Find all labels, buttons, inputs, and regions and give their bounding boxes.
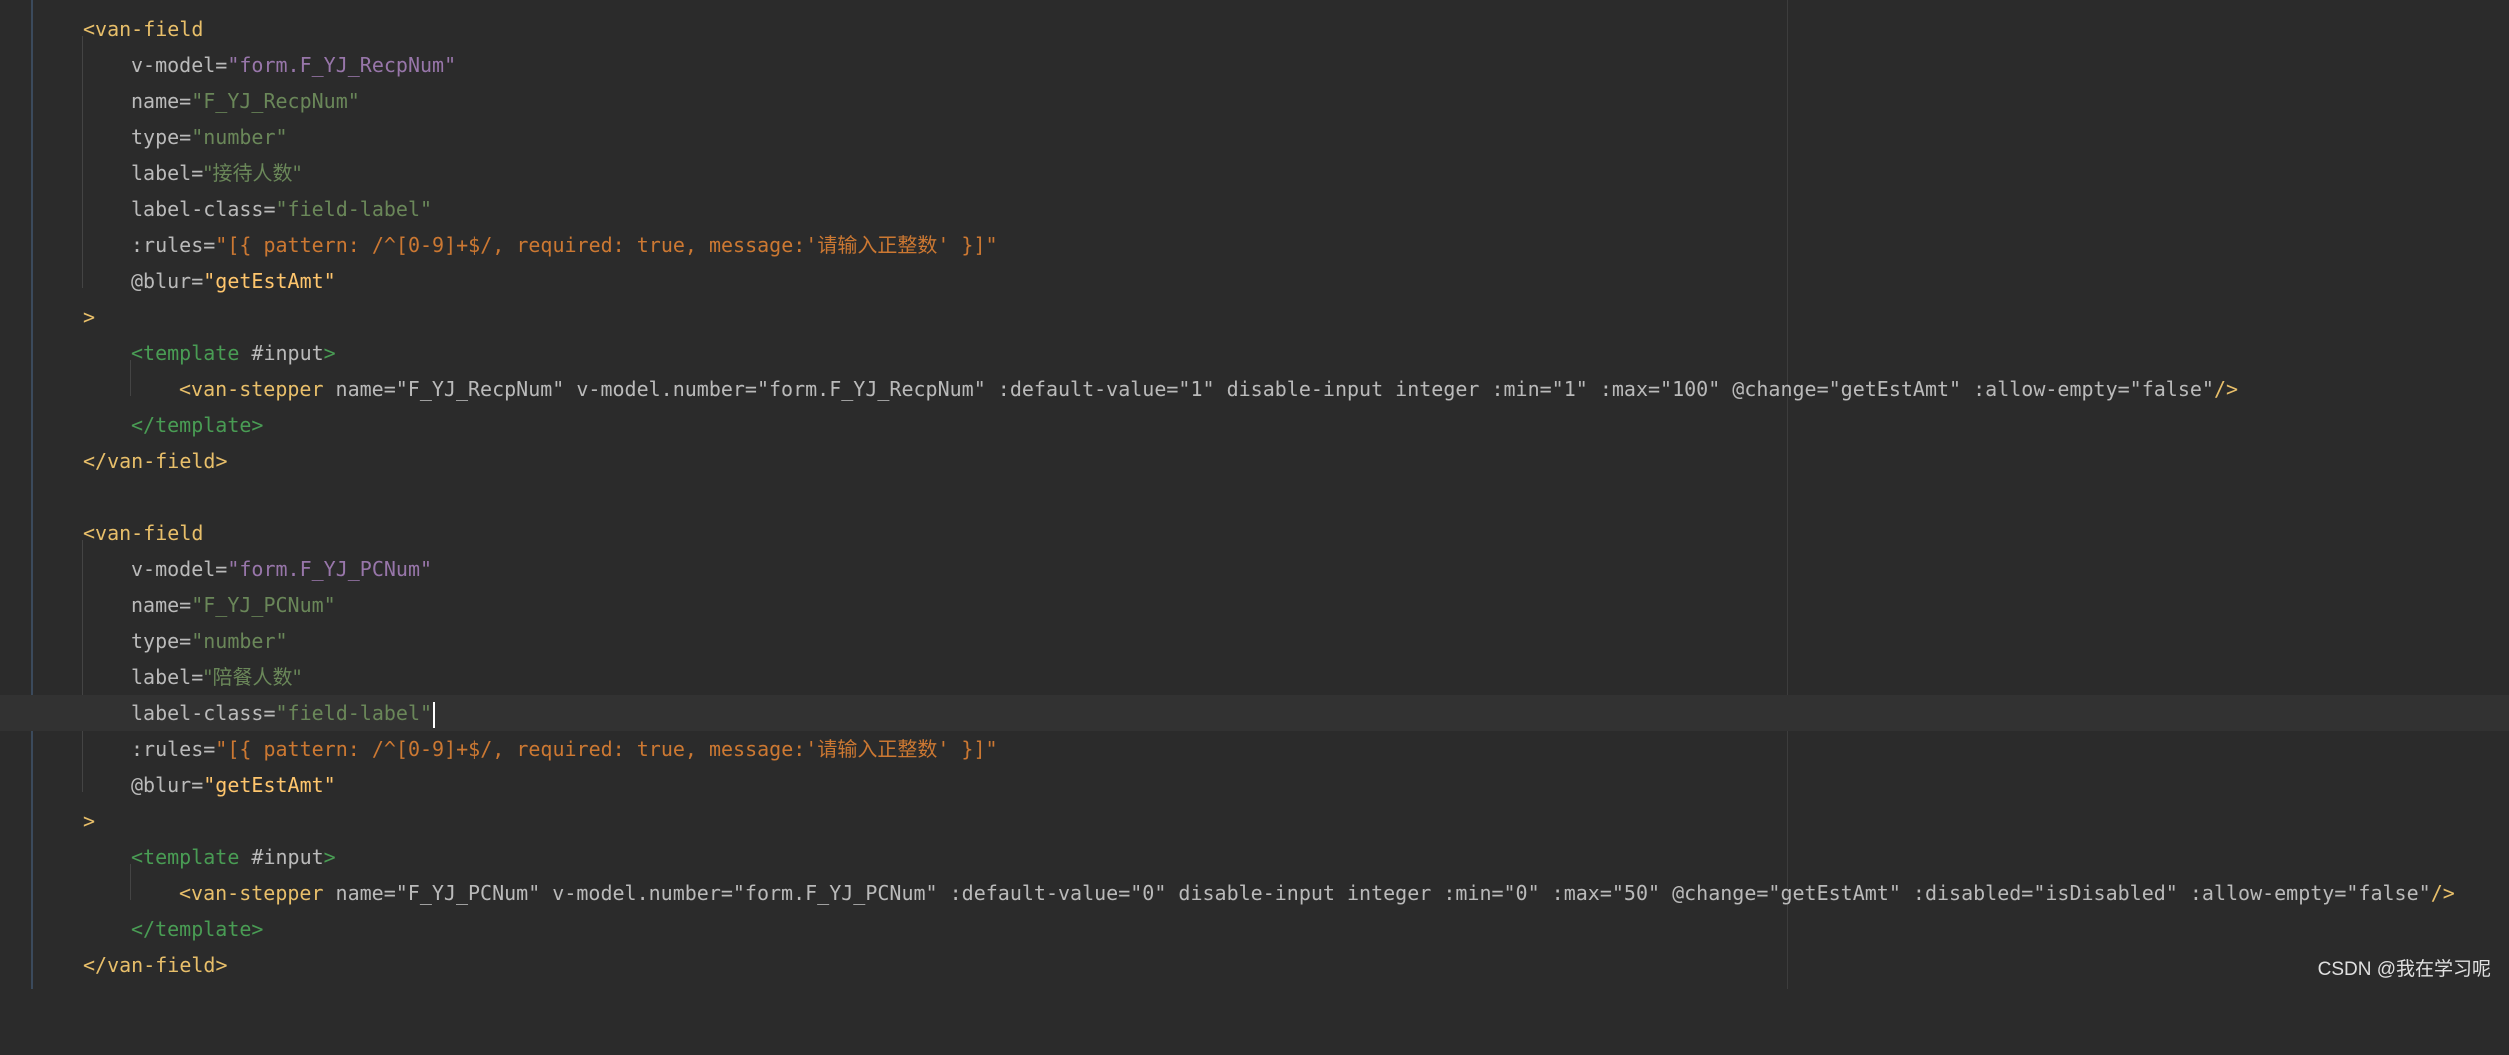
attribute-name: @blur= <box>131 269 204 293</box>
tag-close-bracket: > <box>83 809 96 833</box>
code-line[interactable]: name="F_YJ_RecpNum" <box>0 83 2509 119</box>
attribute-name: label= <box>131 161 204 185</box>
code-editor[interactable]: <van-field v-model="form.F_YJ_RecpNum" n… <box>0 0 2509 989</box>
code-line[interactable]: </template> <box>0 911 2509 947</box>
attribute-name: label= <box>131 665 204 689</box>
code-line[interactable]: type="number" <box>0 623 2509 659</box>
tag-close-bracket: > <box>251 413 264 437</box>
tag-name: <template <box>131 845 240 869</box>
attribute-name: #input <box>239 845 324 869</box>
attribute-name: label-class= <box>131 197 276 221</box>
code-line[interactable]: @blur="getEstAmt" <box>0 767 2509 803</box>
attribute-value: "number" <box>191 629 288 653</box>
code-line[interactable]: > <box>0 803 2509 839</box>
code-line[interactable]: label="接待人数" <box>0 155 2509 191</box>
code-line[interactable]: <van-field <box>0 515 2509 551</box>
tag-name: van-field <box>95 521 204 545</box>
tag-close-bracket: > <box>323 845 336 869</box>
text-cursor <box>433 701 436 728</box>
attribute-value: "F_YJ_RecpNum" <box>191 89 360 113</box>
tag-name: </van-field <box>83 953 216 977</box>
attribute-value: "field-label" <box>275 701 433 725</box>
code-line[interactable]: <template #input> <box>0 335 2509 371</box>
attribute-value: "field-label" <box>275 197 433 221</box>
code-line[interactable]: label-class="field-label" <box>0 191 2509 227</box>
attribute-name: name= <box>131 593 192 617</box>
tag-self-close: /> <box>2430 881 2455 905</box>
attribute-name: @blur= <box>131 773 204 797</box>
attribute-value: "陪餐人数" <box>203 665 302 689</box>
attribute-value: "form.F_YJ_RecpNum" <box>227 53 457 77</box>
attribute-value: "number" <box>191 125 288 149</box>
attribute-value: "form.F_YJ_PCNum" <box>227 557 433 581</box>
attribute-name: :rules= <box>131 233 216 257</box>
tag-name: <template <box>131 341 240 365</box>
code-line[interactable]: label="陪餐人数" <box>0 659 2509 695</box>
code-line[interactable]: <template #input> <box>0 839 2509 875</box>
tag-close-bracket: > <box>215 449 228 473</box>
tag-self-close: /> <box>2213 377 2239 401</box>
tag-name: van-field <box>95 17 204 41</box>
code-line[interactable]: name="F_YJ_PCNum" <box>0 587 2509 623</box>
attribute-value: "[{ pattern: /^[0-9]+$/, required: true,… <box>215 233 998 257</box>
code-line[interactable]: > <box>0 299 2509 335</box>
attribute-name: type= <box>131 125 192 149</box>
attribute-name: v-model= <box>131 53 228 77</box>
code-line[interactable]: v-model="form.F_YJ_PCNum" <box>0 551 2509 587</box>
attribute-name: :rules= <box>131 737 216 761</box>
tag-name: </template <box>131 413 252 437</box>
attribute-name: label-class= <box>131 701 276 725</box>
attribute-name: #input <box>239 341 324 365</box>
tag-name: </template <box>131 917 252 941</box>
code-line[interactable]: :rules="[{ pattern: /^[0-9]+$/, required… <box>0 731 2509 767</box>
code-line[interactable]: <van-stepper name="F_YJ_PCNum" v-model.n… <box>0 875 2509 911</box>
attribute-list: name="F_YJ_PCNum" v-model.number="form.F… <box>323 881 2431 905</box>
attribute-value: "getEstAmt" <box>203 773 336 797</box>
attribute-value: "getEstAmt" <box>203 269 336 293</box>
code-line[interactable]: :rules="[{ pattern: /^[0-9]+$/, required… <box>0 227 2509 263</box>
tag-close-bracket: > <box>215 953 228 977</box>
attribute-value: "接待人数" <box>203 161 302 185</box>
attribute-name: name= <box>131 89 192 113</box>
tag-close-bracket: > <box>323 341 336 365</box>
code-line[interactable]: @blur="getEstAmt" <box>0 263 2509 299</box>
code-line[interactable]: <van-stepper name="F_YJ_RecpNum" v-model… <box>0 371 2509 407</box>
tag-name: <van-stepper <box>179 377 324 401</box>
attribute-value: "F_YJ_PCNum" <box>191 593 336 617</box>
attribute-list: name="F_YJ_RecpNum" v-model.number="form… <box>323 377 2214 401</box>
tag-close-bracket: > <box>83 305 96 329</box>
attribute-value: "[{ pattern: /^[0-9]+$/, required: true,… <box>215 737 998 761</box>
tag-close-bracket: > <box>251 917 264 941</box>
code-line[interactable]: v-model="form.F_YJ_RecpNum" <box>0 47 2509 83</box>
code-line[interactable]: <van-field <box>0 11 2509 47</box>
attribute-name: type= <box>131 629 192 653</box>
tag-name: </van-field <box>83 449 216 473</box>
code-line[interactable]: </template> <box>0 407 2509 443</box>
code-line[interactable] <box>0 479 2509 515</box>
tag-name: <van-stepper <box>179 881 324 905</box>
current-code-line[interactable]: label-class="field-label" <box>0 695 2509 731</box>
code-line[interactable]: </van-field> <box>0 443 2509 479</box>
code-line[interactable]: type="number" <box>0 119 2509 155</box>
watermark: CSDN @我在学习呢 <box>2317 959 2491 980</box>
code-line[interactable]: </van-field> <box>0 947 2509 983</box>
attribute-name: v-model= <box>131 557 228 581</box>
tag-open-bracket: < <box>83 521 96 545</box>
tag-open-bracket: < <box>83 17 96 41</box>
